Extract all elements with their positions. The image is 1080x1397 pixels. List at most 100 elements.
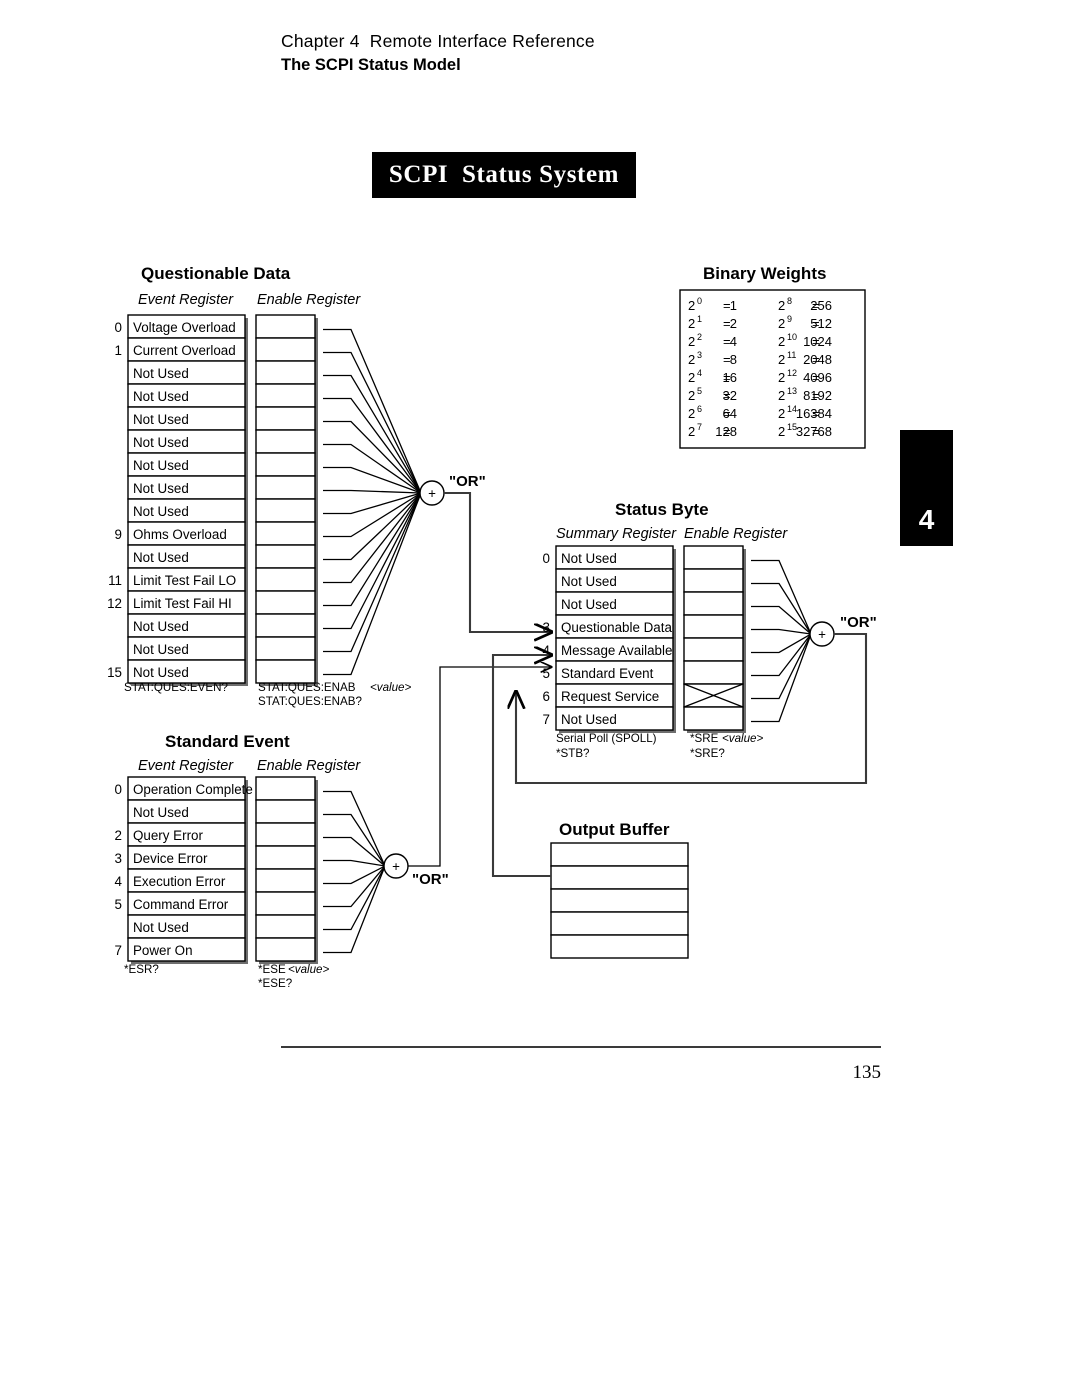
sb-or-wires [751, 559, 812, 723]
enable-to-or-wire [323, 865, 386, 931]
qd-or-label: "OR" [449, 473, 486, 490]
enable-cell[interactable] [255, 799, 316, 824]
bit-number: 3 [115, 851, 122, 866]
enable-cell[interactable] [255, 406, 316, 431]
bit-number: 4 [115, 874, 123, 889]
register-cell-label: Not Used [561, 597, 617, 612]
enable-cell[interactable] [255, 475, 316, 500]
bit-number: 1 [115, 343, 122, 358]
register-cell-label: Ohms Overload [133, 527, 227, 542]
register-cell-label: Execution Error [133, 874, 226, 889]
binary-weights-box [679, 289, 866, 449]
output-buffer-title: Output Buffer [559, 820, 670, 839]
se-or-symbol: + [392, 859, 400, 874]
enable-cell[interactable] [255, 498, 316, 523]
enable-cell[interactable] [255, 914, 316, 939]
register-cell-label: Current Overload [133, 343, 236, 358]
enable-to-or-wire [323, 790, 386, 867]
enable-cell[interactable] [255, 659, 316, 684]
enable-cell[interactable] [255, 452, 316, 477]
binary-weight-value: 8192 [803, 388, 832, 403]
register-cell-label: Not Used [561, 574, 617, 589]
enable-cell[interactable] [683, 637, 744, 662]
enable-to-or-wire [751, 633, 812, 723]
enable-cell[interactable] [255, 567, 316, 592]
binary-weight-base: 2 [688, 298, 695, 313]
qd-event-command: STAT:QUES:EVEN? [124, 681, 228, 694]
enable-cell[interactable] [255, 314, 316, 339]
binary-weight-base: 2 [688, 388, 695, 403]
binary-weight-value: 2 [730, 316, 737, 331]
enable-cell[interactable] [683, 706, 744, 731]
enable-cell[interactable] [255, 613, 316, 638]
binary-weight-exponent: 11 [787, 350, 796, 360]
qd-enable-query: STAT:QUES:ENAB? [258, 695, 362, 708]
sb-enable-command: *SRE [690, 732, 719, 745]
binary-weight-value: 32768 [796, 424, 832, 439]
sb-enable-register-label: Enable Register [684, 526, 788, 542]
enable-cell[interactable] [683, 660, 744, 685]
se-enable-register-label: Enable Register [257, 758, 361, 774]
binary-weight-value: 128 [715, 424, 737, 439]
enable-cell[interactable] [683, 568, 744, 593]
binary-weight-exponent: 0 [697, 296, 702, 306]
enable-cell[interactable] [255, 868, 316, 893]
enable-cell[interactable] [255, 776, 316, 801]
enable-cell[interactable] [255, 521, 316, 546]
enable-cell[interactable] [683, 545, 744, 570]
qd-or-symbol: + [428, 486, 436, 501]
questionable-data-register: Voltage Overload 0 Current Overload 1 Not Us… [107, 314, 318, 686]
binary-weight-value: 16 [723, 370, 737, 385]
bit-number: 5 [543, 666, 550, 681]
standard-event-title: Standard Event [165, 732, 290, 751]
enable-cell[interactable] [255, 337, 316, 362]
binary-weight-base: 2 [688, 424, 695, 439]
enable-cell[interactable] [255, 636, 316, 661]
qd-to-status-byte-wire [444, 491, 551, 632]
bit-number: 0 [543, 551, 550, 566]
bit-number: 7 [115, 943, 122, 958]
enable-cell[interactable] [255, 845, 316, 870]
output-buffer-row [550, 934, 689, 959]
binary-weight-base: 2 [778, 316, 785, 331]
sb-summary-query: *STB? [556, 747, 590, 760]
binary-weights-title: Binary Weights [703, 264, 826, 283]
enable-cell[interactable] [255, 544, 316, 569]
binary-weight-exponent: 7 [697, 422, 702, 432]
binary-weight-value: 32 [723, 388, 737, 403]
register-cell-label: Not Used [133, 619, 189, 634]
enable-cell[interactable] [255, 937, 316, 962]
enable-to-or-wire [323, 859, 386, 867]
enable-cell[interactable] [255, 590, 316, 615]
qd-event-register-label: Event Register [138, 292, 234, 308]
binary-weight-value: 1024 [803, 334, 832, 349]
register-cell-label: Not Used [133, 412, 189, 427]
binary-weight-base: 2 [688, 352, 695, 367]
binary-weight-base: 2 [778, 424, 785, 439]
enable-to-or-wire [751, 633, 812, 654]
enable-cell[interactable] [255, 360, 316, 385]
enable-cell[interactable] [255, 429, 316, 454]
binary-weight-value: 4 [730, 334, 737, 349]
enable-to-or-wire [751, 628, 812, 635]
standard-event-register: Operation Complete 0 Not Used Query Error 2D… [115, 776, 318, 964]
register-cell-label: Not Used [133, 504, 189, 519]
enable-cell[interactable] [683, 591, 744, 616]
enable-cell[interactable] [255, 891, 316, 916]
enable-cell[interactable] [255, 383, 316, 408]
status-byte-title: Status Byte [615, 500, 709, 519]
binary-weight-exponent: 9 [787, 314, 792, 324]
register-cell-label: Not Used [133, 920, 189, 935]
binary-weight-base: 2 [778, 334, 785, 349]
binary-weight-exponent: 1 [697, 314, 702, 324]
output-buffer-row [550, 865, 689, 890]
binary-weight-exponent: 4 [697, 368, 702, 378]
bit-number: 11 [108, 573, 122, 588]
register-cell-label: Command Error [133, 897, 229, 912]
bit-number: 5 [115, 897, 122, 912]
bit-number: 6 [543, 689, 550, 704]
bit-number: 7 [543, 712, 550, 727]
enable-cell[interactable] [683, 614, 744, 639]
enable-cell[interactable] [255, 822, 316, 847]
binary-weight-exponent: 5 [697, 386, 702, 396]
